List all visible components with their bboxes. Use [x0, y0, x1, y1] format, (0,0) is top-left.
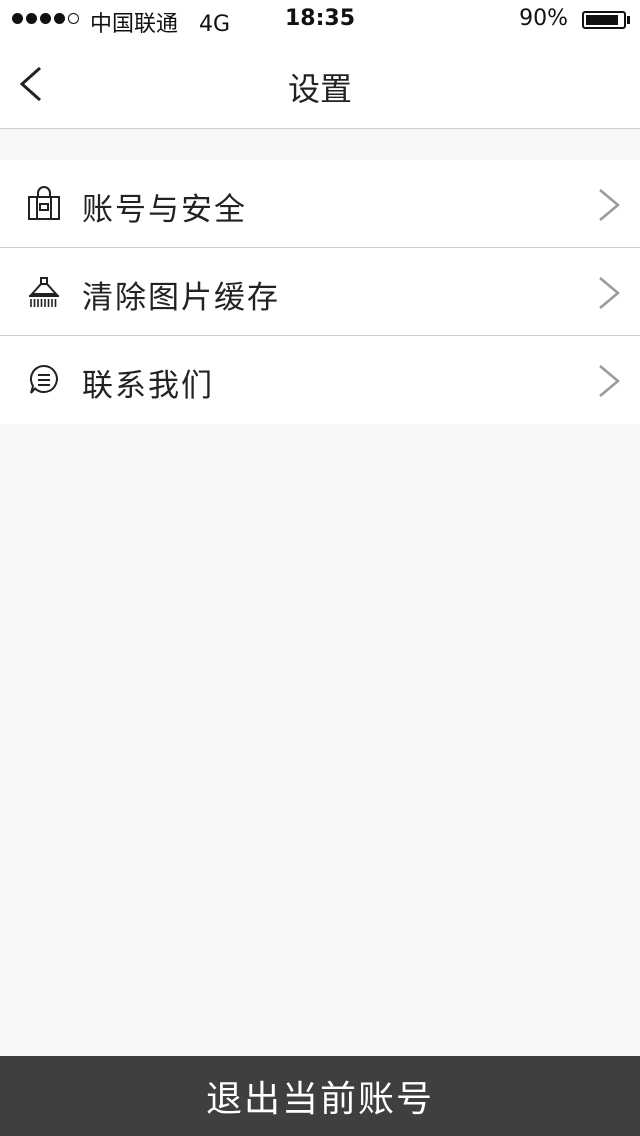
status-bar: 中国联通 4G 18:35 90% — [0, 0, 640, 40]
navigation-bar: 设置 — [0, 40, 640, 129]
settings-item-clear-cache[interactable]: 清除图片缓存 — [0, 248, 640, 336]
back-button[interactable] — [8, 54, 68, 114]
broom-icon — [29, 277, 59, 307]
chevron-right-icon — [599, 277, 620, 309]
battery-percent: 90% — [519, 6, 568, 31]
settings-item-label: 清除图片缓存 — [82, 280, 280, 316]
chat-bubble-icon — [29, 364, 58, 394]
lock-briefcase-icon — [28, 186, 60, 220]
logout-button[interactable]: 退出当前账号 — [0, 1056, 640, 1136]
settings-item-contact-us[interactable]: 联系我们 — [0, 336, 640, 424]
battery-fill — [586, 15, 618, 25]
settings-item-account-security[interactable]: 账号与安全 — [0, 160, 640, 248]
battery-icon — [582, 11, 626, 29]
chevron-left-icon — [19, 66, 41, 102]
page-title: 设置 — [287, 70, 352, 108]
logout-label: 退出当前账号 — [205, 1079, 434, 1120]
chevron-right-icon — [599, 189, 620, 221]
battery-tip — [627, 16, 630, 24]
settings-item-label: 账号与安全 — [82, 192, 247, 228]
settings-item-label: 联系我们 — [82, 368, 214, 404]
chevron-right-icon — [599, 365, 620, 397]
settings-list: 账号与安全 清除图片缓存 联系我们 — [0, 160, 640, 424]
